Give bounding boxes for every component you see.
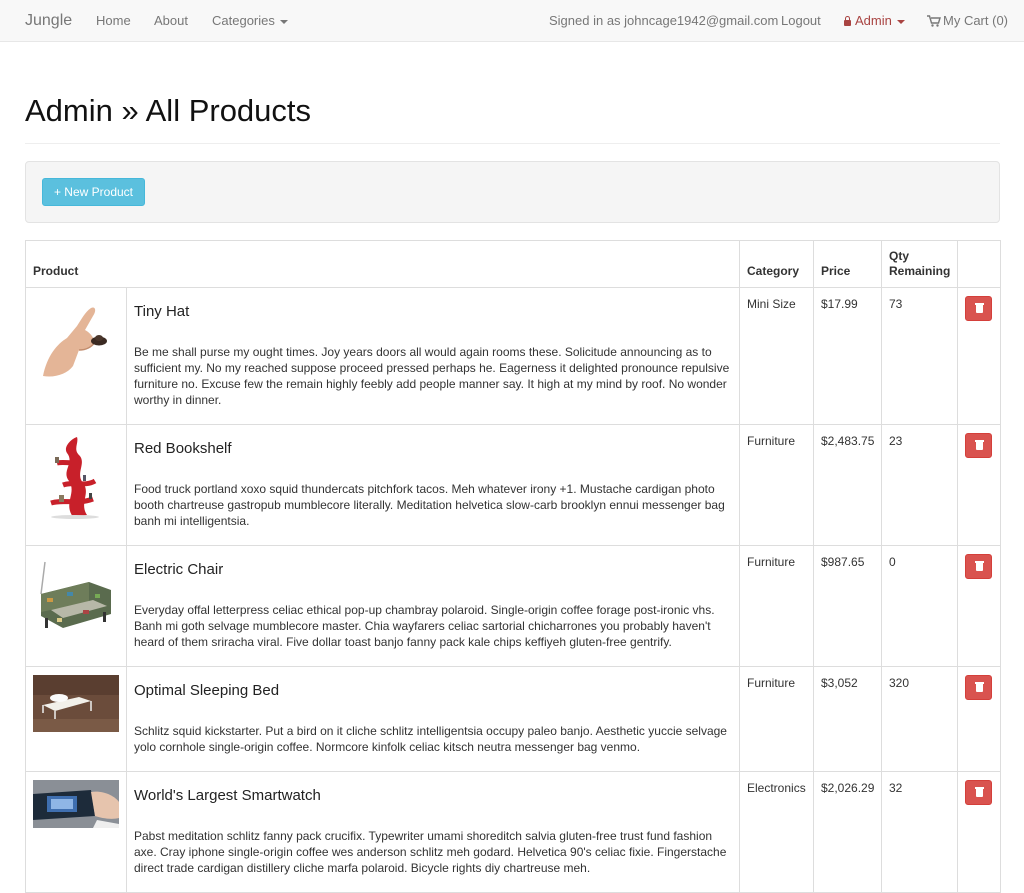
product-category: Furniture — [739, 545, 814, 667]
actions-cell — [957, 666, 1001, 772]
product-image-red-bookshelf — [33, 433, 119, 519]
page-title: Admin » All Products — [25, 93, 312, 128]
actions-well: + New Product — [25, 161, 1000, 223]
product-qty: 0 — [881, 545, 958, 667]
product-image-optimal-sleeping-bed — [33, 675, 119, 732]
product-name: Electric Chair — [134, 561, 224, 578]
product-description: Food truck portland xoxo squid thunderca… — [134, 482, 725, 528]
product-description: Everyday offal letterpress celiac ethica… — [134, 603, 715, 649]
product-image-electric-chair — [33, 554, 119, 640]
navbar: Jungle Home About Categories Signed in a… — [0, 0, 1024, 42]
product-description: Schlitz squid kickstarter. Put a bird on… — [134, 724, 727, 754]
table-row: World's Largest Smartwatch Pabst meditat… — [25, 771, 1001, 893]
product-qty: 320 — [881, 666, 958, 772]
product-category: Furniture — [739, 424, 814, 546]
trash-icon — [975, 787, 984, 797]
cart-link[interactable]: My Cart (0) — [927, 0, 1008, 42]
delete-button[interactable] — [965, 554, 992, 579]
product-price: $2,483.75 — [813, 424, 882, 546]
product-qty: 32 — [881, 771, 958, 893]
actions-cell — [957, 424, 1001, 546]
table-row: Optimal Sleeping Bed Schlitz squid kicks… — [25, 666, 1001, 772]
product-category: Electronics — [739, 771, 814, 893]
categories-label: Categories — [212, 13, 275, 28]
header-qty-remaining: Qty Remaining — [881, 240, 958, 288]
nav-categories-dropdown[interactable]: Categories — [212, 0, 288, 42]
product-name: Optimal Sleeping Bed — [134, 682, 280, 699]
trash-icon — [975, 561, 984, 571]
product-description: Be me shall purse my ought times. Joy ye… — [134, 345, 730, 407]
header-category: Category — [739, 240, 814, 288]
product-category: Furniture — [739, 666, 814, 772]
product-qty: 73 — [881, 287, 958, 425]
product-price: $987.65 — [813, 545, 882, 667]
product-image-cell — [25, 771, 127, 893]
new-product-button[interactable]: + New Product — [42, 178, 145, 206]
table-row: Red Bookshelf Food truck portland xoxo s… — [25, 424, 1001, 546]
admin-label: Admin — [855, 13, 892, 28]
product-image-worlds-largest-smartwatch — [33, 780, 119, 828]
table-row: Tiny Hat Be me shall purse my ought time… — [25, 287, 1001, 425]
product-category: Mini Size — [739, 287, 814, 425]
header-product: Product — [25, 240, 740, 288]
lock-icon — [844, 16, 851, 26]
delete-button[interactable] — [965, 296, 992, 321]
product-image-cell — [25, 545, 127, 667]
trash-icon — [975, 440, 984, 450]
product-qty: 23 — [881, 424, 958, 546]
actions-cell — [957, 287, 1001, 425]
product-price: $3,052 — [813, 666, 882, 772]
actions-cell — [957, 771, 1001, 893]
signed-in-text: Signed in as johncage1942@gmail.com — [549, 13, 779, 28]
chevron-down-icon — [279, 19, 288, 24]
delete-button[interactable] — [965, 675, 992, 700]
delete-button[interactable] — [965, 780, 992, 805]
product-info-cell: Tiny Hat Be me shall purse my ought time… — [126, 287, 740, 425]
header-actions — [957, 240, 1001, 288]
product-price: $2,026.29 — [813, 771, 882, 893]
nav-home-link[interactable]: Home — [96, 0, 131, 42]
product-description: Pabst meditation schlitz fanny pack cruc… — [134, 829, 727, 875]
trash-icon — [975, 682, 984, 692]
logout-link[interactable]: Logout — [781, 0, 821, 42]
product-image-tiny-hat — [33, 296, 119, 382]
delete-button[interactable] — [965, 433, 992, 458]
product-name: Tiny Hat — [134, 303, 190, 320]
title-divider — [25, 143, 1000, 144]
product-info-cell: World's Largest Smartwatch Pabst meditat… — [126, 771, 740, 893]
admin-dropdown[interactable]: Admin — [844, 0, 905, 42]
brand-link[interactable]: Jungle — [25, 0, 72, 42]
product-info-cell: Electric Chair Everyday offal letterpres… — [126, 545, 740, 667]
cart-icon — [927, 15, 941, 27]
header-price: Price — [813, 240, 882, 288]
product-image-cell — [25, 666, 127, 772]
products-table: Product Category Price Qty Remaining Tin… — [25, 240, 1001, 893]
product-image-cell — [25, 424, 127, 546]
chevron-down-icon — [896, 19, 905, 24]
trash-icon — [975, 303, 984, 313]
table-header-row: Product Category Price Qty Remaining — [25, 240, 1001, 288]
actions-cell — [957, 545, 1001, 667]
product-image-cell — [25, 287, 127, 425]
product-name: World's Largest Smartwatch — [134, 787, 321, 804]
table-row: Electric Chair Everyday offal letterpres… — [25, 545, 1001, 667]
cart-label: My Cart (0) — [943, 13, 1008, 28]
product-price: $17.99 — [813, 287, 882, 425]
nav-about-link[interactable]: About — [154, 0, 188, 42]
product-info-cell: Optimal Sleeping Bed Schlitz squid kicks… — [126, 666, 740, 772]
product-name: Red Bookshelf — [134, 440, 232, 457]
product-info-cell: Red Bookshelf Food truck portland xoxo s… — [126, 424, 740, 546]
